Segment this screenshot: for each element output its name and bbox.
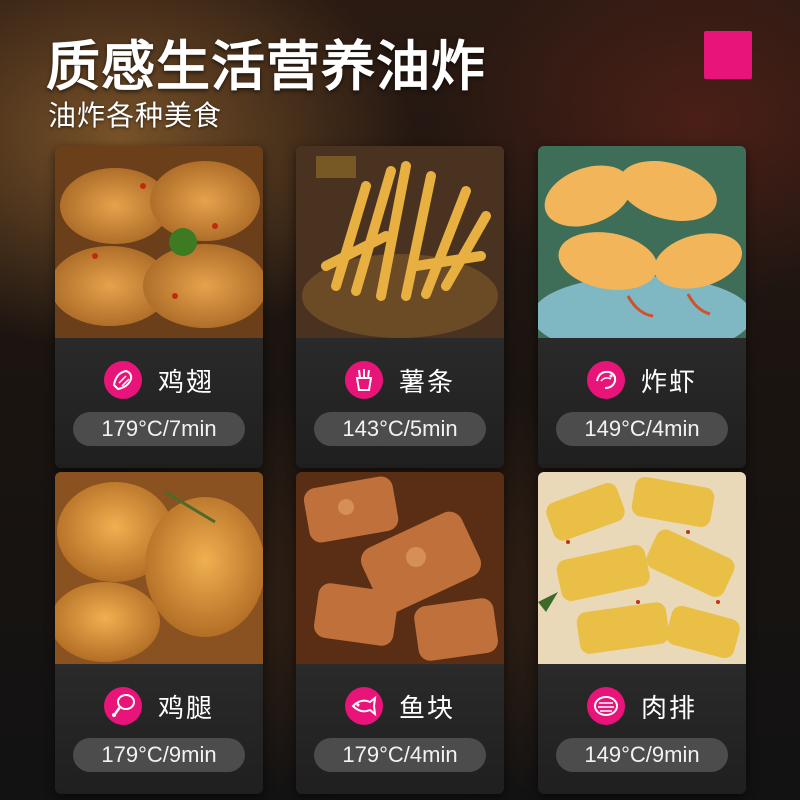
food-label-row: 鸡腿 [55,686,263,726]
fried-shrimp-photo [538,146,746,338]
cooking-parameter: 143°C/5min [314,412,486,446]
page-title: 质感生活营养油炸 [46,35,486,98]
drumsticks-photo [55,472,263,664]
food-card-drumsticks[interactable]: 鸡腿 179°C/9min [55,472,263,794]
cooking-parameter: 179°C/9min [73,738,245,772]
fish-icon [344,687,383,725]
steak-icon [586,687,625,725]
accent-square-icon [704,31,752,79]
food-label-row: 鱼块 [296,686,504,726]
food-name: 肉排 [640,693,697,724]
fries-icon [344,361,383,399]
fish-chunks-photo [296,472,504,664]
shrimp-icon [586,361,625,399]
food-name: 薯条 [398,367,455,398]
food-label-row: 鸡翅 [55,360,263,400]
chicken-wing-icon [103,361,142,399]
chicken-wings-photo [55,146,263,338]
food-name: 炸虾 [640,367,697,398]
cooking-parameter: 149°C/4min [556,412,728,446]
food-label-row: 薯条 [296,360,504,400]
food-name: 鸡腿 [157,693,214,724]
food-card-fried-shrimp[interactable]: 炸虾 149°C/4min [538,146,746,468]
food-card-fish-chunks[interactable]: 鱼块 179°C/4min [296,472,504,794]
food-label-row: 肉排 [538,686,746,726]
food-card-chicken-wings[interactable]: 鸡翅 179°C/7min [55,146,263,468]
food-card-fries[interactable]: 薯条 143°C/5min [296,146,504,468]
food-label-row: 炸虾 [538,360,746,400]
cooking-parameter: 179°C/4min [314,738,486,772]
cooking-parameter: 149°C/9min [556,738,728,772]
food-card-meat-cutlets[interactable]: 肉排 149°C/9min [538,472,746,794]
fries-photo [296,146,504,338]
food-name: 鸡翅 [157,367,214,398]
page-subtitle: 油炸各种美食 [48,99,223,132]
food-name: 鱼块 [398,693,455,724]
cooking-parameter: 179°C/7min [73,412,245,446]
drumstick-icon [103,687,142,725]
meat-cutlets-photo [538,472,746,664]
